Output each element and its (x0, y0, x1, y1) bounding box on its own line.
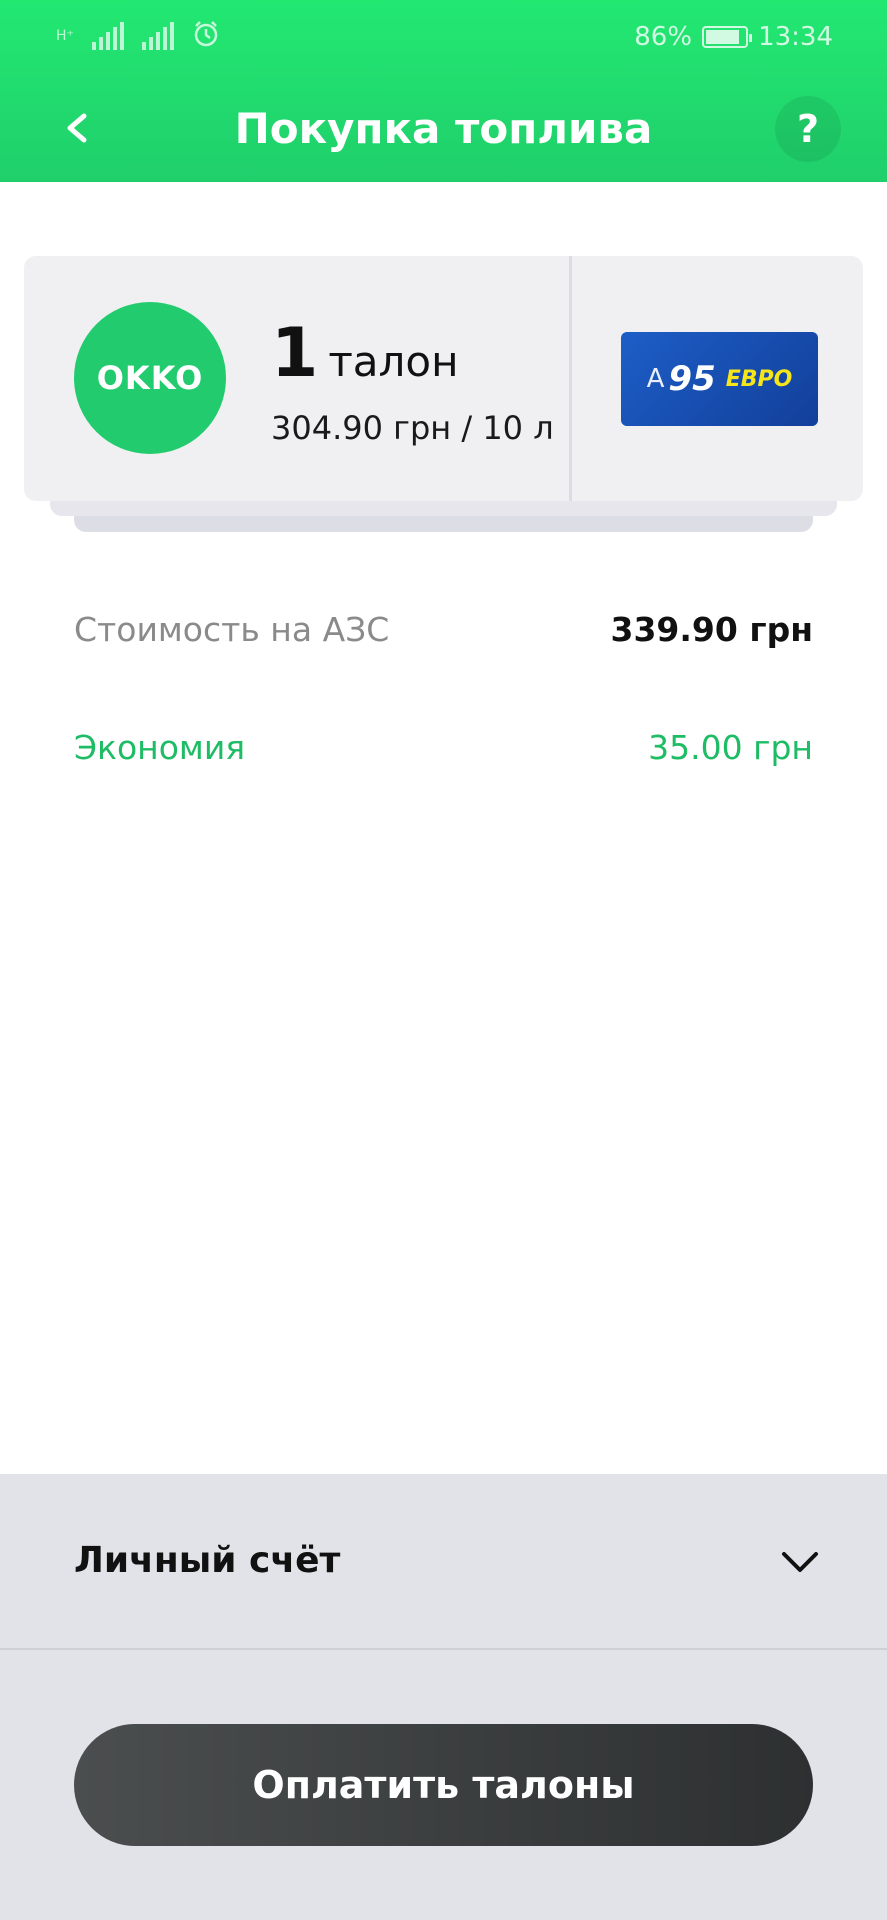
alarm-icon (192, 20, 220, 52)
card-divider (569, 256, 572, 501)
status-right: 86% 13:34 (634, 22, 833, 52)
pay-tickets-button[interactable]: Оплатить талоны (74, 1724, 813, 1846)
fuel-ticket-card: OKKO 1 талон 304.90 грн / 10 л A 95 ЕВРО (24, 256, 863, 501)
brand-logo: OKKO (74, 302, 226, 454)
signal-icon (141, 22, 174, 50)
chevron-down-icon (782, 1552, 818, 1572)
payment-method-label: Личный счёт (74, 1540, 341, 1581)
fuel-type-badge: A 95 ЕВРО (621, 332, 818, 426)
station-cost-row: Стоимость на АЗС 339.90 грн (74, 610, 813, 649)
ticket-price: 304.90 грн / 10 л (271, 409, 554, 447)
status-left: H⁺ (56, 20, 220, 52)
battery-percent: 86% (634, 22, 693, 52)
signal-icon (91, 22, 124, 50)
fuel-prefix: A (646, 364, 665, 394)
fuel-standard: ЕВРО (725, 366, 793, 392)
savings-label: Экономия (74, 728, 246, 767)
ticket-count: 1 талон (271, 314, 459, 393)
battery-icon (702, 26, 753, 48)
status-bar: H⁺ 86% 13:34 (0, 0, 887, 74)
payment-method-selector[interactable]: Личный счёт (0, 1474, 887, 1650)
page-title: Покупка топлива (234, 104, 653, 153)
network-type: H⁺ (56, 28, 74, 44)
ticket-count-number: 1 (271, 314, 319, 393)
station-cost-value: 339.90 грн (610, 610, 814, 649)
header-bar: H⁺ 86% 13:34 Покупка топлива ? (0, 0, 887, 182)
fuel-octane: 95 (668, 359, 716, 399)
savings-value: 35.00 грн (648, 728, 813, 767)
station-cost-label: Стоимость на АЗС (74, 610, 390, 649)
ticket-count-word: талон (328, 337, 459, 386)
payment-panel: Личный счёт Оплатить талоны (0, 1474, 887, 1920)
savings-row: Экономия 35.00 грн (74, 728, 813, 767)
help-button[interactable]: ? (775, 96, 841, 162)
clock: 13:34 (758, 22, 833, 52)
